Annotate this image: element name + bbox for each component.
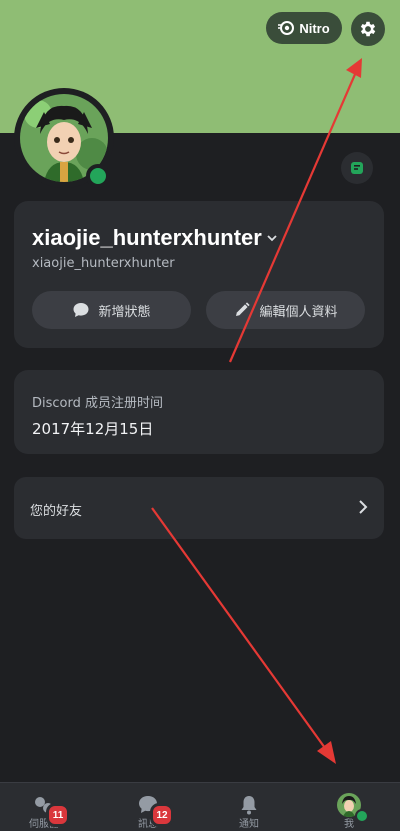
messages-badge: 12 <box>150 803 174 827</box>
nav-online-dot <box>355 809 369 823</box>
nitro-label: Nitro <box>299 20 330 36</box>
nitro-icon <box>278 21 295 35</box>
chevron-down-icon <box>267 235 277 242</box>
nav-notifications[interactable]: 通知 <box>209 783 289 831</box>
member-since-card: Discord 成员注册时间 2017年12月15日 <box>14 370 384 454</box>
nitro-badge[interactable] <box>341 152 373 184</box>
member-since-label: Discord 成员注册时间 <box>32 396 163 411</box>
bottom-navigation: 11 伺服器 12 訊息 通知 我 <box>0 782 400 831</box>
nitro-button[interactable]: Nitro <box>266 12 342 44</box>
member-since-date: 2017年12月15日 <box>32 420 154 438</box>
annotation-arrow-down <box>151 507 336 764</box>
add-status-label: 新增狀態 <box>98 304 151 320</box>
nav-you-label: 我 <box>344 819 354 830</box>
badge-icon <box>351 162 363 174</box>
username: xiaojie_hunterxhunter <box>32 256 175 271</box>
add-status-button[interactable]: 新增狀態 <box>32 291 191 329</box>
nav-servers[interactable]: 11 伺服器 <box>4 783 84 831</box>
display-name[interactable]: xiaojie_hunterxhunter <box>32 225 278 251</box>
speech-bubble-icon <box>73 303 89 317</box>
nav-messages[interactable]: 12 訊息 <box>108 783 188 831</box>
chevron-right-icon <box>359 500 368 514</box>
online-status-dot <box>86 164 110 188</box>
profile-card: xiaojie_hunterxhunter xiaojie_hunterxhun… <box>14 201 384 348</box>
bell-icon <box>241 796 257 815</box>
edit-profile-button[interactable]: 編輯個人資料 <box>206 291 365 329</box>
settings-button[interactable] <box>351 12 385 46</box>
edit-profile-label: 編輯個人資料 <box>259 304 338 320</box>
nav-notifications-label: 通知 <box>239 819 259 830</box>
friends-label: 您的好友 <box>30 504 83 519</box>
nav-you[interactable]: 我 <box>309 783 389 831</box>
friends-row[interactable]: 您的好友 <box>14 477 384 539</box>
gear-icon <box>360 21 376 37</box>
servers-badge: 11 <box>46 803 70 827</box>
display-name-text: xiaojie_hunterxhunter <box>32 225 262 250</box>
pencil-icon <box>236 302 251 316</box>
